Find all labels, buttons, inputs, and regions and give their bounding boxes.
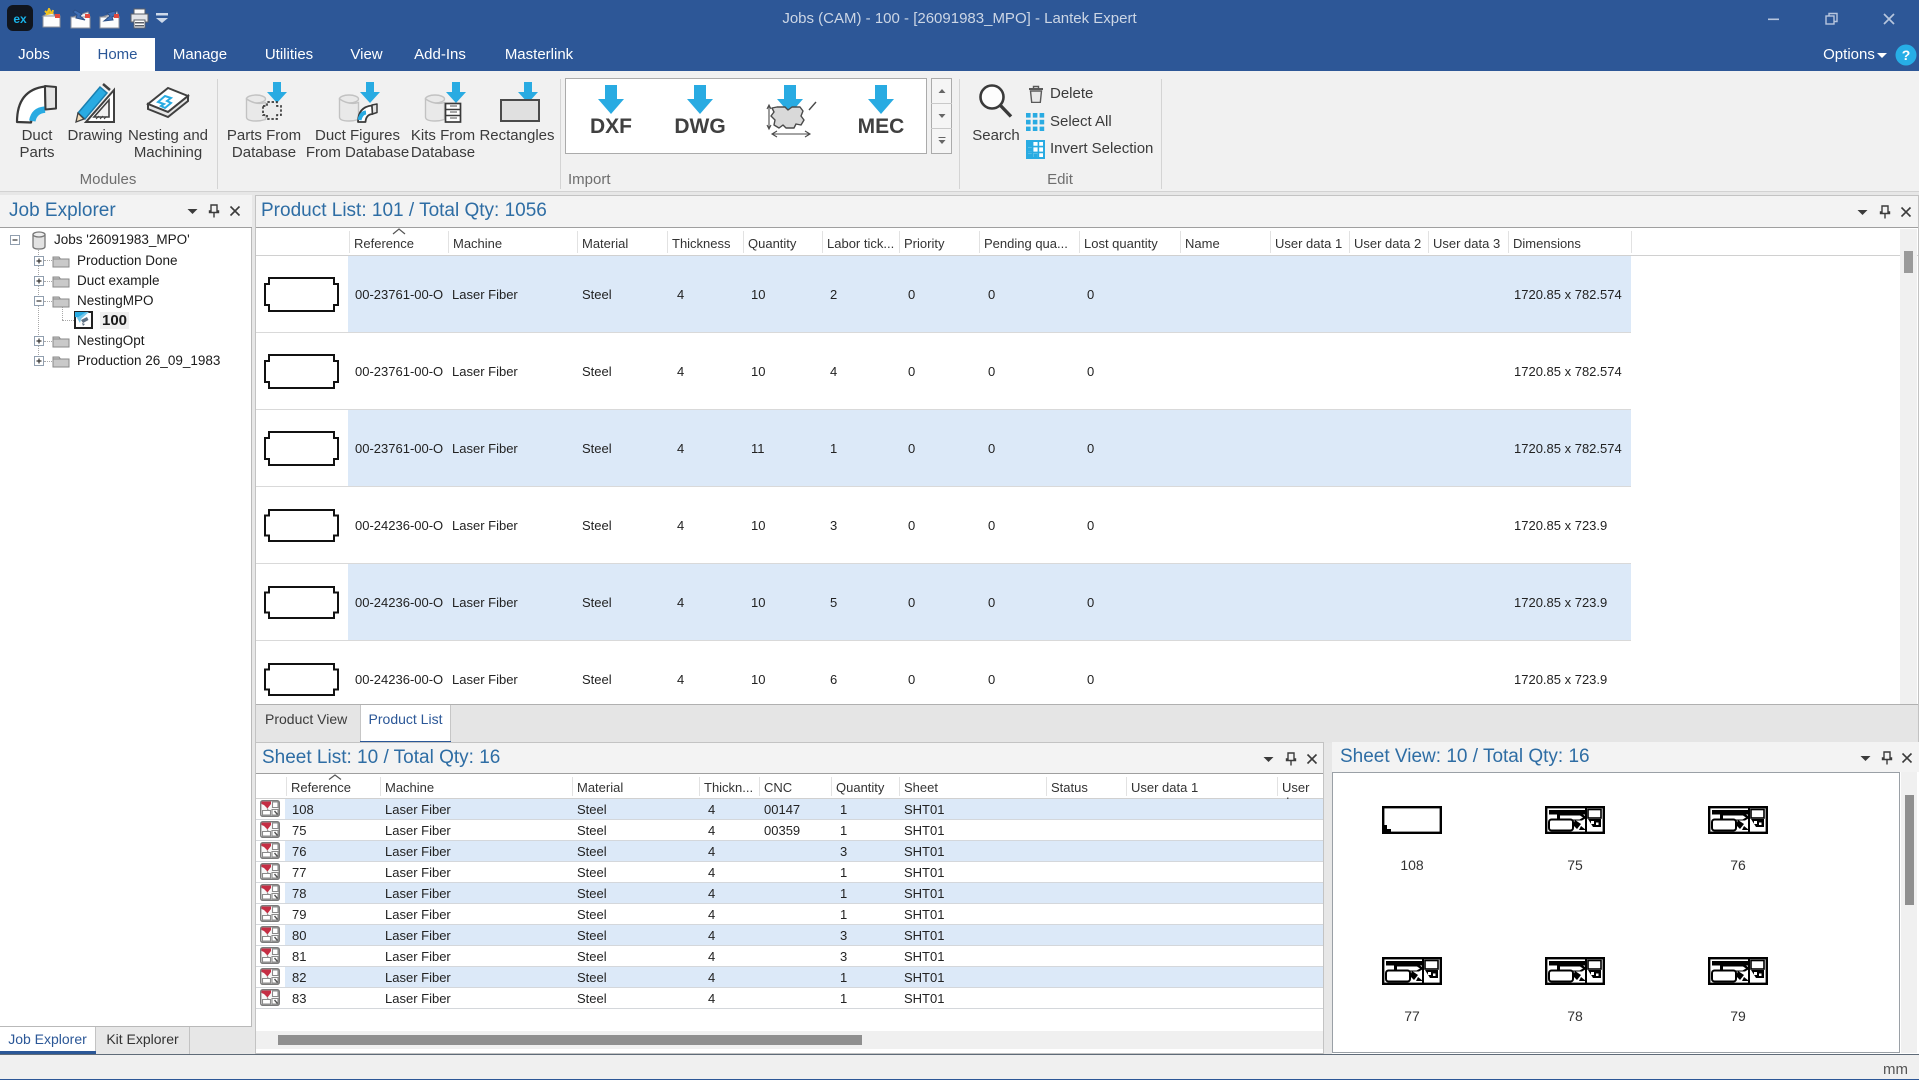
svg-text:?: ? <box>1902 47 1911 63</box>
